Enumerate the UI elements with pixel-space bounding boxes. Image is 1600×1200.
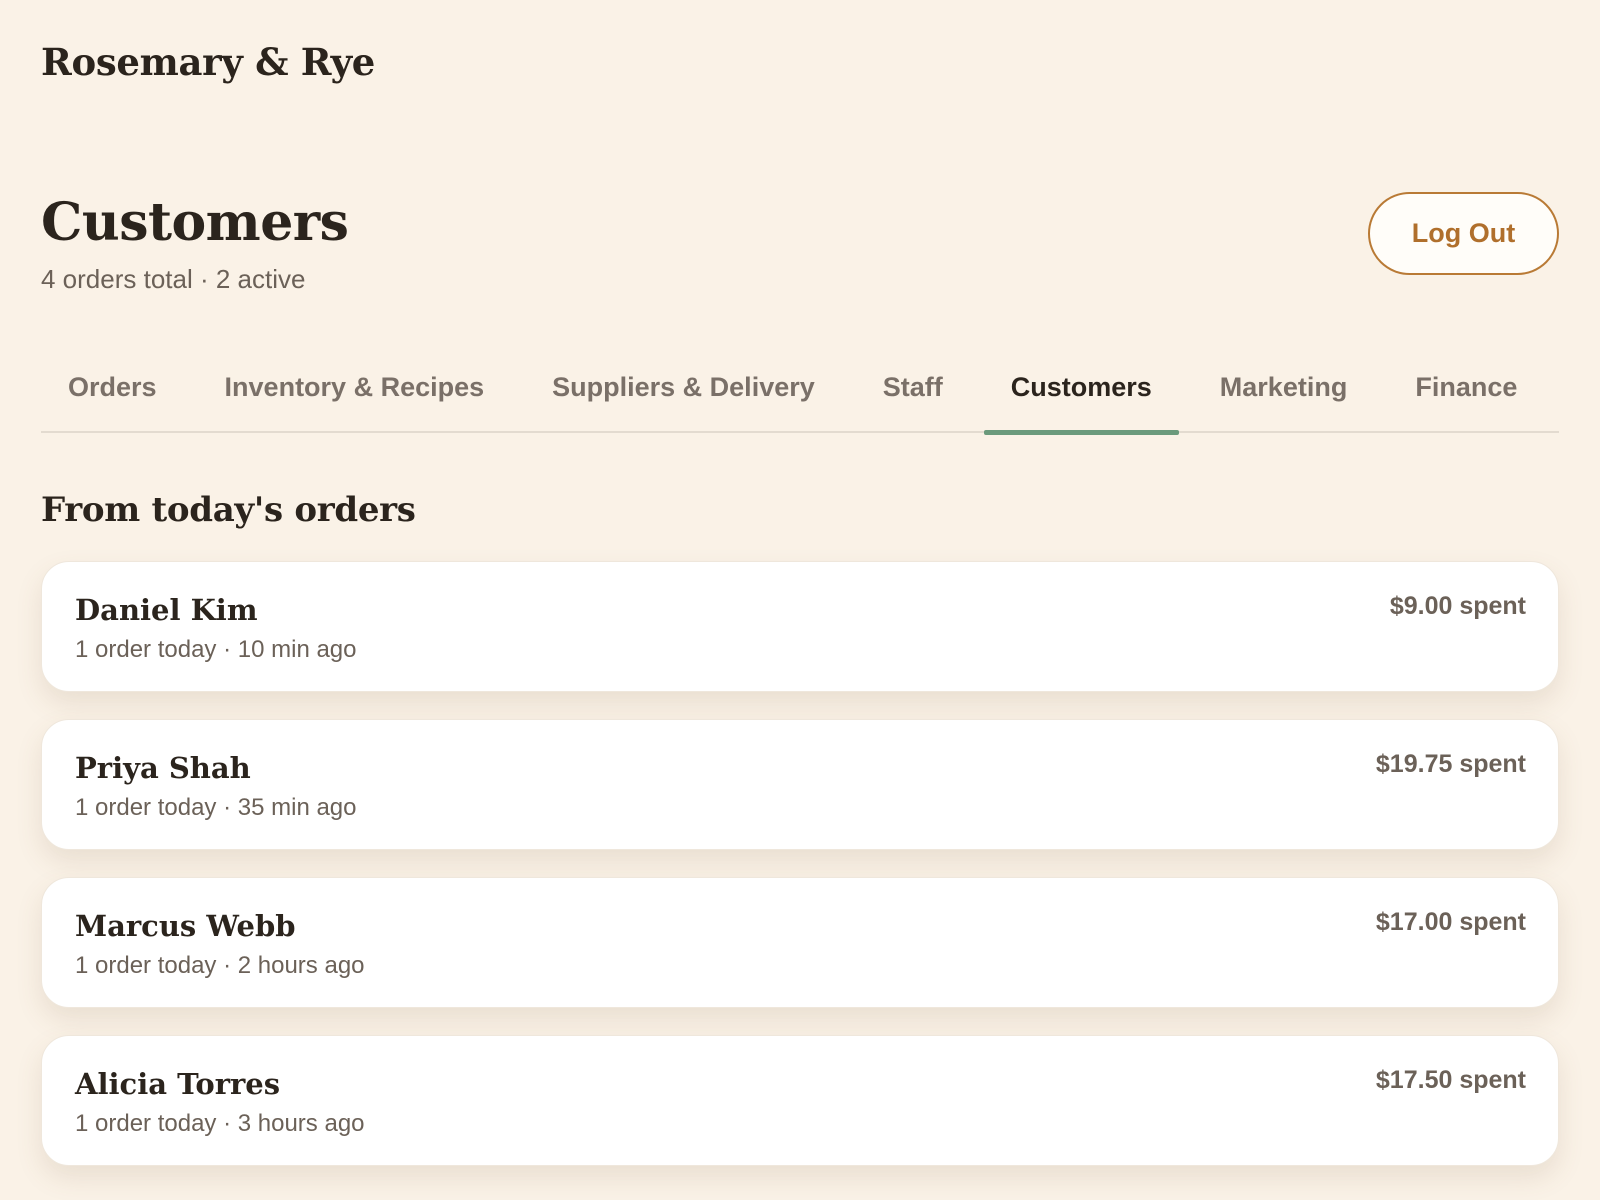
- customer-name: Marcus Webb: [75, 909, 296, 943]
- log-out-button[interactable]: Log Out: [1368, 192, 1559, 275]
- tab-orders[interactable]: Orders: [41, 355, 184, 433]
- tab-suppliers-delivery[interactable]: Suppliers & Delivery: [525, 355, 842, 433]
- tab-staff[interactable]: Staff: [856, 355, 970, 433]
- customer-card[interactable]: Priya Shah 1 order today · 35 min ago $1…: [41, 719, 1559, 850]
- customer-name: Alicia Torres: [75, 1067, 281, 1101]
- customer-name: Priya Shah: [75, 751, 251, 785]
- customer-name: Daniel Kim: [75, 593, 258, 627]
- customer-spent: $9.00 spent: [1389, 592, 1526, 620]
- customer-card[interactable]: Alicia Torres 1 order today · 3 hours ag…: [41, 1035, 1559, 1166]
- customer-order-info: 1 order today · 10 min ago: [75, 636, 357, 663]
- tab-customers[interactable]: Customers: [983, 355, 1179, 435]
- tab-marketing[interactable]: Marketing: [1193, 355, 1375, 433]
- customer-order-info: 1 order today · 2 hours ago: [75, 952, 365, 979]
- section-title: From today's orders: [41, 490, 416, 530]
- tab-finance[interactable]: Finance: [1388, 355, 1544, 433]
- customer-spent: $17.50 spent: [1375, 1066, 1526, 1094]
- brand-logo[interactable]: Rosemary & Rye: [41, 40, 375, 84]
- page-title: Customers: [41, 192, 349, 253]
- customer-order-info: 1 order today · 3 hours ago: [75, 1110, 365, 1137]
- customer-card[interactable]: Daniel Kim 1 order today · 10 min ago $9…: [41, 561, 1559, 692]
- customer-card[interactable]: Marcus Webb 1 order today · 2 hours ago …: [41, 877, 1559, 1008]
- customers-page: Rosemary & Rye Customers 4 orders total …: [0, 0, 1600, 1200]
- customer-spent: $17.00 spent: [1375, 908, 1526, 936]
- customer-spent: $19.75 spent: [1375, 750, 1526, 778]
- main-tabs: Orders Inventory & Recipes Suppliers & D…: [41, 355, 1559, 435]
- page-subtitle: 4 orders total · 2 active: [41, 264, 306, 294]
- tab-inventory-recipes[interactable]: Inventory & Recipes: [198, 355, 512, 433]
- customer-order-info: 1 order today · 35 min ago: [75, 794, 357, 821]
- customer-list: Daniel Kim 1 order today · 10 min ago $9…: [41, 561, 1559, 1193]
